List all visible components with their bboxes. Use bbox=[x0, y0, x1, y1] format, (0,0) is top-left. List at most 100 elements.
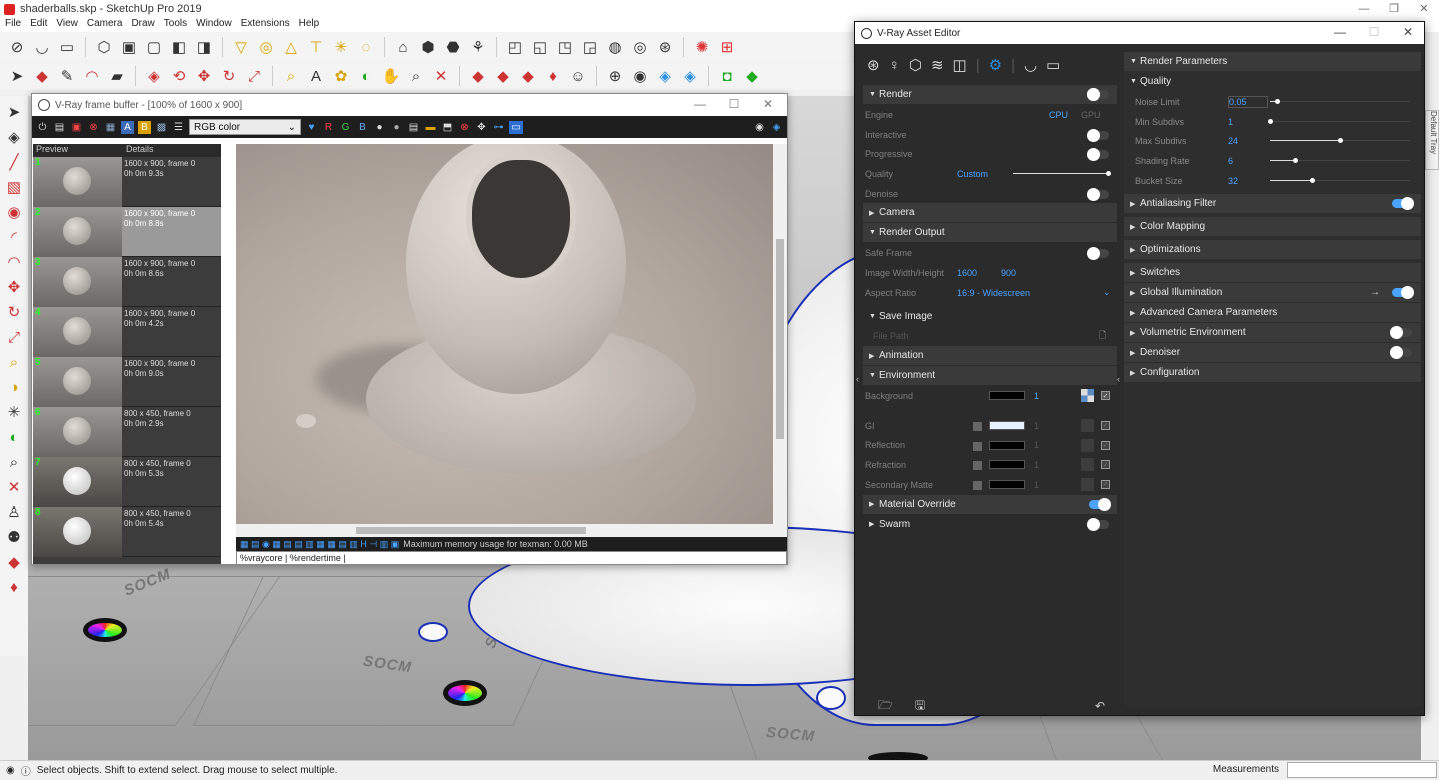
refraction-color-swatch[interactable] bbox=[989, 460, 1025, 470]
red-channel-button[interactable]: R bbox=[322, 121, 335, 134]
tape-measure-icon[interactable]: ⌕ bbox=[280, 65, 302, 87]
follow-me-icon[interactable]: ⟲ bbox=[168, 65, 190, 87]
compare-icon[interactable]: ▦ bbox=[104, 121, 117, 134]
orbit-tool-icon[interactable]: ◐ bbox=[2, 425, 26, 449]
share-model-icon[interactable]: ⬣ bbox=[442, 36, 464, 58]
info-icon[interactable]: ⓘ bbox=[21, 763, 31, 778]
protractor-icon[interactable]: ◑ bbox=[2, 375, 26, 399]
eraser-tool-icon[interactable]: ◆ bbox=[31, 65, 53, 87]
scale-tool-icon[interactable]: ⤢ bbox=[2, 325, 26, 349]
arrow-select-icon[interactable]: ➤ bbox=[6, 65, 28, 87]
section-render[interactable]: ▼ Render bbox=[863, 85, 1117, 104]
compare-a-button[interactable]: A bbox=[121, 120, 134, 134]
position-camera-icon[interactable]: ♙ bbox=[2, 500, 26, 524]
group-switches[interactable]: ▶ Switches bbox=[1124, 263, 1421, 283]
line-icon[interactable]: ╱ bbox=[2, 150, 26, 174]
walk-icon[interactable]: ⚉ bbox=[2, 525, 26, 549]
menu-tools[interactable]: Tools bbox=[164, 18, 187, 32]
menu-file[interactable]: File bbox=[5, 18, 21, 32]
file-path-row[interactable]: File Path 🗋 bbox=[863, 327, 1117, 347]
view-iso-icon[interactable]: ⬡ bbox=[93, 36, 115, 58]
compare-b-button[interactable]: B bbox=[138, 120, 151, 134]
view-front-icon[interactable]: ▢ bbox=[143, 36, 165, 58]
frame-buffer-icon[interactable]: ▭ bbox=[1046, 56, 1060, 74]
section-environment[interactable]: ▼ Environment bbox=[863, 366, 1117, 386]
scale-icon[interactable]: ⤢ bbox=[243, 65, 265, 87]
pencil-icon[interactable]: ✎ bbox=[56, 65, 78, 87]
zoom-tool-icon[interactable]: ⌕ bbox=[2, 450, 26, 474]
history-item[interactable]: 5 1600 x 900, frame 0 0h 0m 9.0s bbox=[33, 357, 221, 407]
style-shaded-icon[interactable]: ◍ bbox=[604, 36, 626, 58]
power-icon[interactable]: ⏻ bbox=[36, 121, 49, 134]
paint-bucket-icon[interactable]: ◡ bbox=[31, 36, 53, 58]
restore-icon[interactable]: ❐ bbox=[1379, 0, 1409, 18]
move-icon[interactable]: ✥ bbox=[193, 65, 215, 87]
group-antialiasing[interactable]: ▶ Antialiasing Filter bbox=[1124, 194, 1421, 214]
zoom-icon[interactable]: ⌕ bbox=[405, 65, 427, 87]
refraction-checkbox[interactable]: ✓ bbox=[1101, 460, 1110, 470]
param-value[interactable]: 6 bbox=[1228, 156, 1268, 166]
style-wire-icon[interactable]: ◳ bbox=[554, 36, 576, 58]
background-checkbox[interactable]: ✓ bbox=[1101, 391, 1110, 401]
param-slider[interactable] bbox=[1270, 99, 1410, 104]
history-item[interactable]: 8 800 x 450, frame 0 0h 0m 5.4s bbox=[33, 507, 221, 557]
detail-icon[interactable]: ✳ bbox=[330, 36, 352, 58]
denoiser-toggle[interactable] bbox=[1390, 346, 1412, 360]
secondary-override-checkbox[interactable] bbox=[973, 480, 982, 490]
viewport-small-cylinder[interactable] bbox=[816, 686, 846, 710]
tape-icon[interactable]: ⌕ bbox=[2, 350, 26, 374]
section-fill-icon[interactable]: ◈ bbox=[679, 65, 701, 87]
link-icon[interactable]: ⊶ bbox=[492, 121, 505, 134]
section-cut-icon[interactable]: ◈ bbox=[654, 65, 676, 87]
eraser-icon[interactable]: ▭ bbox=[56, 36, 78, 58]
engine-cpu-button[interactable]: CPU bbox=[1049, 110, 1068, 120]
minimize-icon[interactable]: — bbox=[1349, 0, 1379, 18]
geo-location-icon[interactable]: ◉ bbox=[6, 765, 15, 776]
render-elements-icon[interactable]: ◫ bbox=[953, 56, 967, 74]
clear-icon[interactable]: ▣ bbox=[70, 121, 83, 134]
style-texture-icon[interactable]: ◎ bbox=[629, 36, 651, 58]
history-item[interactable]: 7 800 x 450, frame 0 0h 0m 5.3s bbox=[33, 457, 221, 507]
warehouse-left-icon[interactable]: ◆ bbox=[2, 550, 26, 574]
group-global-illumination[interactable]: ▶ Global Illumination → bbox=[1124, 283, 1421, 303]
menu-camera[interactable]: Camera bbox=[87, 18, 123, 32]
file-browse-icon[interactable]: 🗋 bbox=[1099, 328, 1106, 344]
aspect-ratio-dropdown[interactable]: 16:9 - Widescreen bbox=[957, 288, 1030, 298]
gi-toggle[interactable] bbox=[1392, 286, 1414, 300]
move-tool-icon[interactable]: ✥ bbox=[2, 275, 26, 299]
menu-extensions[interactable]: Extensions bbox=[241, 18, 290, 32]
reset-icon[interactable]: ↶ bbox=[1095, 699, 1105, 713]
light-source-icon[interactable] bbox=[83, 618, 127, 642]
user-icon[interactable]: ☺ bbox=[567, 65, 589, 87]
rendered-image[interactable] bbox=[236, 144, 773, 524]
gi-texture-icon[interactable] bbox=[1081, 418, 1094, 432]
zoom-window-icon[interactable]: ✕ bbox=[2, 475, 26, 499]
clear-image-icon[interactable]: ⊗ bbox=[458, 121, 471, 134]
circle-tool-icon[interactable]: ◎ bbox=[255, 36, 277, 58]
reflection-color-swatch[interactable] bbox=[989, 440, 1025, 450]
menu-help[interactable]: Help bbox=[299, 18, 320, 32]
default-tray-tab[interactable]: Default Tray bbox=[1425, 110, 1439, 170]
image-width-input[interactable]: 1600 bbox=[957, 268, 1001, 278]
lights-icon[interactable]: ♀ bbox=[889, 57, 900, 74]
refraction-override-checkbox[interactable] bbox=[973, 461, 982, 471]
render-teapot-icon[interactable]: ◡ bbox=[1024, 56, 1037, 74]
background-color-swatch[interactable] bbox=[989, 391, 1025, 401]
animation-toggle[interactable] bbox=[1087, 88, 1109, 101]
denoise-toggle[interactable] bbox=[1087, 187, 1109, 201]
vfb-maximize-icon[interactable]: ☐ bbox=[719, 97, 749, 111]
refraction-texture-icon[interactable] bbox=[1081, 458, 1094, 472]
pan-icon[interactable]: ✋ bbox=[380, 65, 402, 87]
settings-icon[interactable]: ⚙ bbox=[989, 56, 1002, 74]
view-right-icon[interactable]: ◧ bbox=[168, 36, 190, 58]
gi-checkbox[interactable]: ✓ bbox=[1101, 420, 1110, 430]
quality-slider[interactable] bbox=[1013, 171, 1111, 177]
channel-dropdown[interactable]: RGB color ⌄ bbox=[189, 119, 301, 135]
group-color-mapping[interactable]: ▶ Color Mapping bbox=[1124, 217, 1421, 237]
reflection-checkbox[interactable]: ✓ bbox=[1101, 440, 1110, 450]
history-item[interactable]: 1 1600 x 900, frame 0 0h 0m 9.3s bbox=[33, 157, 221, 207]
render-parameters-header[interactable]: ▼ Render Parameters bbox=[1124, 52, 1421, 71]
light-source-icon[interactable] bbox=[443, 680, 487, 706]
gi-override-checkbox[interactable] bbox=[973, 421, 982, 431]
vfb-close-icon[interactable]: ✕ bbox=[753, 97, 783, 111]
